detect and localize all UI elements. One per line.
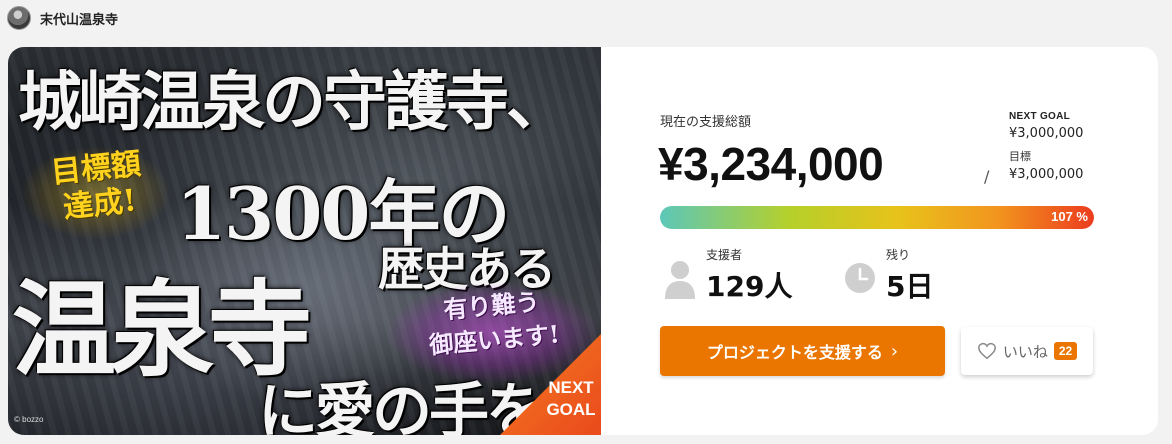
owner-avatar[interactable] bbox=[7, 6, 31, 30]
person-icon bbox=[665, 261, 695, 299]
goal-reached-badge: 目標額 達成! bbox=[25, 144, 172, 230]
target-value: ¥3,000,000 bbox=[1009, 167, 1084, 182]
funding-progress-percent: 107 % bbox=[1051, 209, 1088, 224]
project-card: 城崎温泉の守護寺、 1300年の 歴史ある 温泉寺 に愛の手を 目標額 達成! … bbox=[8, 47, 1158, 435]
project-owner-bar: 末代山温泉寺 bbox=[0, 0, 1172, 40]
funding-total-amount: ¥3,234,000 bbox=[658, 138, 884, 190]
project-hero-image[interactable]: 城崎温泉の守護寺、 1300年の 歴史ある 温泉寺 に愛の手を 目標額 達成! … bbox=[8, 47, 601, 435]
next-goal-corner-label: NEXT GOAL bbox=[544, 377, 598, 421]
next-goal-corner-line-2: GOAL bbox=[546, 400, 596, 419]
next-goal-value: ¥3,000,000 bbox=[1009, 126, 1084, 141]
supporters-count: 129人 bbox=[706, 270, 793, 303]
remaining-label: 残り bbox=[886, 248, 911, 262]
funding-progress-bar: 107 % bbox=[660, 206, 1094, 229]
goal-separator: / bbox=[984, 167, 990, 186]
funding-panel: 現在の支援総額 ¥3,234,000 / NEXT GOAL ¥3,000,00… bbox=[601, 47, 1158, 435]
funding-progress-fill bbox=[660, 206, 1094, 229]
like-count-badge: 22 bbox=[1053, 342, 1078, 360]
like-label: いいね bbox=[1002, 342, 1048, 361]
supporters-label: 支援者 bbox=[706, 248, 743, 262]
next-goal-label: NEXT GOAL bbox=[1009, 111, 1071, 122]
clock-icon bbox=[845, 263, 875, 293]
like-button[interactable]: いいね 22 bbox=[961, 327, 1093, 375]
remaining-days: 5日 bbox=[886, 270, 934, 303]
target-label: 目標 bbox=[1009, 150, 1031, 163]
next-goal-corner-line-1: NEXT bbox=[548, 378, 594, 397]
support-project-label: プロジェクトを支援する bbox=[706, 343, 883, 362]
support-project-button[interactable]: プロジェクトを支援する › bbox=[660, 326, 945, 376]
image-copyright: © bozzo bbox=[14, 415, 44, 424]
heart-icon bbox=[977, 342, 996, 360]
hero-headline-1: 城崎温泉の守護寺、 bbox=[18, 65, 570, 140]
funding-total-label: 現在の支援総額 bbox=[660, 115, 752, 130]
chevron-right-icon: › bbox=[890, 340, 899, 362]
owner-name[interactable]: 末代山温泉寺 bbox=[40, 9, 118, 28]
